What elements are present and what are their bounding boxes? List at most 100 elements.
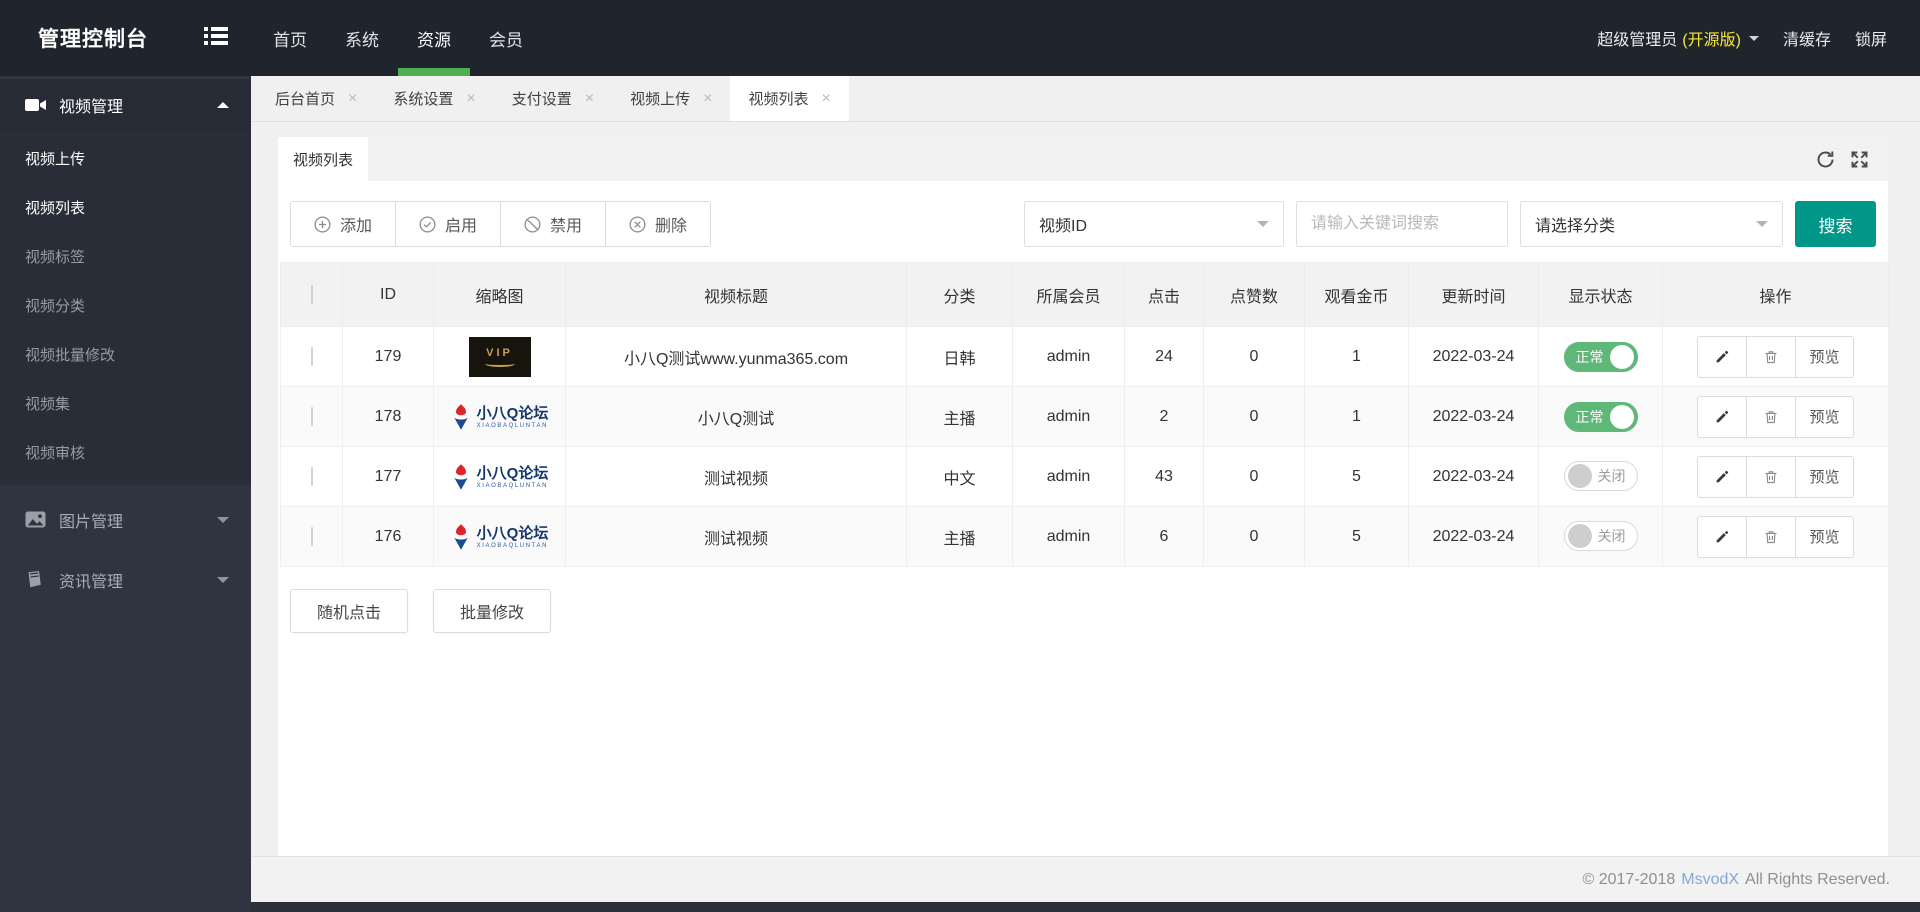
- video-thumbnail-vip[interactable]: VIP: [468, 336, 531, 377]
- table-row: 176 小八Q论坛 XIAOBAQLUNTAN 测试视频 主播 admin 6 …: [280, 506, 1889, 567]
- delete-row-button[interactable]: [1746, 455, 1797, 498]
- col-title: 视频标题: [565, 262, 907, 327]
- page-tab-dashboard[interactable]: 后台首页 ×: [257, 76, 375, 121]
- user-menu[interactable]: 超级管理员 (开源版): [1597, 26, 1759, 50]
- sidebar-item-video-categories[interactable]: 视频分类: [0, 281, 251, 330]
- video-thumbnail-logo[interactable]: 小八Q论坛 XIAOBAQLUNTAN: [438, 523, 561, 551]
- trash-icon: [1765, 410, 1777, 423]
- add-button[interactable]: 添加: [290, 201, 396, 247]
- row-checkbox[interactable]: [310, 406, 313, 426]
- top-nav-members[interactable]: 会员: [470, 0, 542, 76]
- status-toggle-off[interactable]: 关闭: [1563, 520, 1638, 551]
- top-nav-system[interactable]: 系统: [326, 0, 398, 76]
- refresh-icon[interactable]: [1815, 149, 1836, 170]
- pencil-icon: [1716, 470, 1729, 483]
- delete-row-button[interactable]: [1746, 395, 1797, 438]
- delete-row-button[interactable]: [1746, 335, 1797, 378]
- col-actions: 操作: [1662, 262, 1889, 327]
- video-thumbnail-logo[interactable]: 小八Q论坛 XIAOBAQLUNTAN: [438, 463, 561, 491]
- close-icon[interactable]: ×: [821, 90, 830, 107]
- cell-title: 小八Q测试www.yunma365.com: [565, 326, 907, 387]
- close-icon[interactable]: ×: [348, 90, 357, 107]
- preview-button[interactable]: 预览: [1795, 395, 1854, 438]
- top-nav-resources[interactable]: 资源: [398, 0, 470, 76]
- sidebar-section-images: 图片管理: [0, 494, 251, 545]
- cell-category: 中文: [906, 446, 1013, 507]
- category-select[interactable]: 请选择分类: [1520, 201, 1783, 247]
- sidebar-item-video-list[interactable]: 视频列表: [0, 183, 251, 232]
- sidebar-item-label: 视频批量修改: [25, 347, 116, 364]
- select-all-checkbox[interactable]: [310, 284, 313, 304]
- sidebar-item-video-batch-edit[interactable]: 视频批量修改: [0, 330, 251, 379]
- row-checkbox[interactable]: [310, 346, 313, 366]
- enable-button-label: 启用: [444, 218, 477, 235]
- cell-category: 日韩: [906, 326, 1013, 387]
- panel-header: 视频列表: [278, 137, 1888, 181]
- edit-button[interactable]: [1697, 515, 1748, 558]
- vip-thumb-ornament: [484, 361, 515, 367]
- status-toggle-on[interactable]: 正常: [1563, 341, 1638, 372]
- row-checkbox[interactable]: [310, 466, 313, 486]
- filter-field-select[interactable]: 视频ID: [1024, 201, 1284, 247]
- category-select-value: 请选择分类: [1535, 218, 1616, 235]
- search-button[interactable]: 搜索: [1795, 201, 1876, 247]
- row-checkbox[interactable]: [310, 526, 313, 546]
- logo-caption: XIAOBAQLUNTAN: [476, 542, 549, 549]
- delete-button[interactable]: 删除: [605, 201, 711, 247]
- edit-button[interactable]: [1697, 455, 1748, 498]
- preview-button[interactable]: 预览: [1795, 515, 1854, 558]
- sidebar-section-label: 视频管理: [59, 98, 124, 116]
- tab-label: 系统设置: [393, 91, 454, 108]
- page-tab-payment-settings[interactable]: 支付设置 ×: [494, 76, 612, 121]
- close-icon[interactable]: ×: [703, 90, 712, 107]
- status-label: 正常: [1575, 348, 1604, 365]
- enable-button[interactable]: 启用: [395, 201, 501, 247]
- page-tab-video-list[interactable]: 视频列表 ×: [730, 76, 849, 121]
- sidebar-item-video-collections[interactable]: 视频集: [0, 379, 251, 428]
- toggle-knob: [1609, 404, 1634, 429]
- cell-member: admin: [1012, 506, 1125, 567]
- lock-screen-button[interactable]: 锁屏: [1855, 26, 1887, 50]
- sidebar-section-news-header[interactable]: 资讯管理: [0, 554, 251, 605]
- panel-tab-video-list[interactable]: 视频列表: [278, 137, 369, 181]
- disable-button[interactable]: 禁用: [500, 201, 606, 247]
- sidebar-section-video-header[interactable]: 视频管理: [0, 79, 251, 130]
- status-toggle-on[interactable]: 正常: [1563, 401, 1638, 432]
- cell-status: 正常: [1538, 386, 1663, 447]
- page-tab-system-settings[interactable]: 系统设置 ×: [375, 76, 493, 121]
- preview-button[interactable]: 预览: [1795, 455, 1854, 498]
- sidebar-toggle-button[interactable]: [194, 0, 254, 76]
- brand-link[interactable]: MsvodX: [1681, 871, 1739, 889]
- sidebar-section-video: 视频管理 视频上传 视频列表 视频标签 视频分类 视频批量修改 视频集 视频审核: [0, 79, 251, 485]
- cell-id: 176: [342, 506, 434, 567]
- page-tab-video-upload[interactable]: 视频上传 ×: [612, 76, 730, 121]
- video-thumbnail-logo[interactable]: 小八Q论坛 XIAOBAQLUNTAN: [438, 403, 561, 431]
- sidebar-item-video-review[interactable]: 视频审核: [0, 428, 251, 477]
- keyword-search-input[interactable]: [1296, 201, 1508, 247]
- table-row: 177 小八Q论坛 XIAOBAQLUNTAN 测试视频 中文 admin 43…: [280, 446, 1889, 507]
- top-nav: 首页 系统 资源 会员: [254, 0, 542, 76]
- preview-button[interactable]: 预览: [1795, 335, 1854, 378]
- page-tab-strip: 后台首页 × 系统设置 × 支付设置 × 视频上传 × 视频列表 ×: [251, 76, 1920, 122]
- sidebar-section-images-header[interactable]: 图片管理: [0, 494, 251, 545]
- sidebar-section-news: 资讯管理: [0, 554, 251, 605]
- image-icon: [25, 511, 49, 528]
- logo-flower-icon: [453, 463, 468, 490]
- clear-cache-button[interactable]: 清缓存: [1783, 26, 1831, 50]
- edit-button[interactable]: [1697, 395, 1748, 438]
- close-icon[interactable]: ×: [466, 90, 475, 107]
- status-toggle-off[interactable]: 关闭: [1563, 460, 1638, 491]
- bottom-dark-strip: [251, 902, 1920, 912]
- fullscreen-icon[interactable]: [1849, 149, 1870, 170]
- ban-circle-icon: [524, 215, 541, 233]
- sidebar-item-video-upload[interactable]: 视频上传: [0, 134, 251, 183]
- batch-edit-button[interactable]: 批量修改: [433, 589, 551, 633]
- cell-title: 小八Q测试: [565, 386, 907, 447]
- pencil-icon: [1716, 410, 1729, 423]
- top-nav-home[interactable]: 首页: [254, 0, 326, 76]
- delete-row-button[interactable]: [1746, 515, 1797, 558]
- edit-button[interactable]: [1697, 335, 1748, 378]
- random-clicks-button[interactable]: 随机点击: [290, 589, 408, 633]
- close-icon[interactable]: ×: [585, 90, 594, 107]
- sidebar-item-video-tags[interactable]: 视频标签: [0, 232, 251, 281]
